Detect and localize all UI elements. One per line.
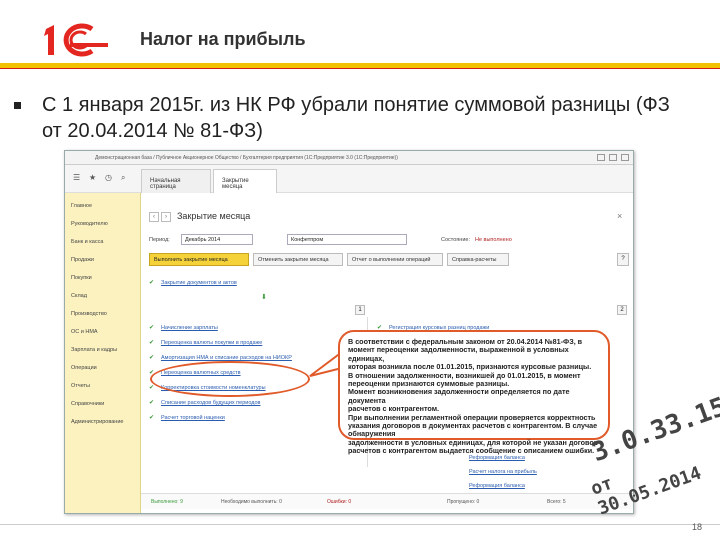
period-field[interactable]: Декабрь 2014 xyxy=(181,234,253,245)
status-done: Выполнено: 9 xyxy=(151,499,183,505)
state-label: Состояние: xyxy=(441,237,470,243)
arrow-down-icon: ⬇ xyxy=(261,294,267,301)
1c-logo-icon xyxy=(44,23,108,57)
operation-link[interactable]: Закрытие документов и актов xyxy=(161,280,237,286)
forward-button[interactable]: › xyxy=(161,212,171,222)
callout-line: момент переоценки задолженности, выражен… xyxy=(348,345,569,363)
status-errors: Ошибки: 0 xyxy=(327,499,352,505)
callout-line: расчетов с контрагентом выдается сообщен… xyxy=(348,446,595,456)
slide-title: Налог на прибыль xyxy=(140,29,306,49)
window-controls xyxy=(597,154,629,161)
sidebar-item[interactable]: Продажи xyxy=(71,257,94,263)
period-label: Период: xyxy=(149,237,170,243)
check-icon: ✔ xyxy=(149,415,155,421)
callout-line: Момент возникновения задолженности опред… xyxy=(348,387,570,405)
report-button[interactable]: Отчет о выполнении операций xyxy=(347,253,443,266)
operation-link[interactable]: Расчет налога на прибыль xyxy=(469,469,537,475)
maximize-button[interactable] xyxy=(609,154,617,161)
sidebar-item[interactable]: Главное xyxy=(71,203,92,209)
info-button[interactable]: Справка-расчеты xyxy=(447,253,509,266)
back-button[interactable]: ‹ xyxy=(149,212,159,222)
check-icon: ✔ xyxy=(149,400,155,406)
page-number: 18 xyxy=(691,522,702,532)
operation-link[interactable]: Списание расходов будущих периодов xyxy=(161,400,260,406)
operation-link[interactable]: Начисление зарплаты xyxy=(161,325,218,331)
operation-link[interactable]: Расчет торговой наценки xyxy=(161,415,225,421)
status-todo: Необходимо выполнить: 0 xyxy=(221,499,282,505)
run-month-close-button[interactable]: Выполнить закрытие месяца xyxy=(149,253,249,266)
sidebar-item[interactable]: Администрирование xyxy=(71,419,123,425)
app-toolbar: ☰ ★ ◷ ⌕ Начальная страница Закрытие меся… xyxy=(65,165,633,193)
sidebar-item[interactable]: Руководителю xyxy=(71,221,108,227)
search-icon[interactable]: ⌕ xyxy=(121,174,129,182)
history-icon[interactable]: ◷ xyxy=(105,174,113,182)
sidebar-item[interactable]: Отчеты xyxy=(71,383,90,389)
highlight-oval xyxy=(150,361,310,397)
check-icon: ✔ xyxy=(149,280,155,286)
status-total: Всего: 5 xyxy=(547,499,566,505)
slide-header: Налог на прибыль xyxy=(0,0,720,80)
sidebar-item[interactable]: Покупки xyxy=(71,275,92,281)
tab-home[interactable]: Начальная страница xyxy=(141,169,211,193)
check-icon: ✔ xyxy=(149,385,155,391)
status-bar: Выполнено: 9 Необходимо выполнить: 0 Оши… xyxy=(141,493,633,509)
callout-line: указания договоров в документах расчетов… xyxy=(348,421,598,439)
document-title: Закрытие месяца xyxy=(177,211,251,221)
check-icon: ✔ xyxy=(149,325,155,331)
app-titlebar: Демонстрационная база / Публичное Акцион… xyxy=(65,151,633,165)
bullet-marker xyxy=(14,102,21,109)
star-icon[interactable]: ★ xyxy=(89,174,97,182)
sidebar: Главное Руководителю Банк и касса Продаж… xyxy=(65,193,141,513)
sidebar-item[interactable]: ОС и НМА xyxy=(71,329,98,335)
sidebar-item[interactable]: Банк и касса xyxy=(71,239,103,245)
operation-link[interactable]: Переоценка валюты покупки в продаже xyxy=(161,340,262,346)
state-value: Не выполнено xyxy=(475,237,512,243)
status-skipped: Пропущено: 0 xyxy=(447,499,480,505)
sidebar-item[interactable]: Зарплата и кадры xyxy=(71,347,117,353)
sidebar-item[interactable]: Справочники xyxy=(71,401,104,407)
check-icon: ✔ xyxy=(149,340,155,346)
menu-icon[interactable]: ☰ xyxy=(73,174,81,182)
help-button[interactable]: ? xyxy=(617,253,629,266)
close-icon[interactable]: × xyxy=(617,211,622,221)
bullet-text: С 1 января 2015г. из НК РФ убрали поняти… xyxy=(42,94,670,142)
check-icon: ✔ xyxy=(149,355,155,361)
close-button[interactable] xyxy=(621,154,629,161)
sidebar-item[interactable]: Операции xyxy=(71,365,97,371)
cancel-month-close-button[interactable]: Отменить закрытие месяца xyxy=(253,253,343,266)
operation-link[interactable]: Реформация баланса xyxy=(469,483,525,489)
header-divider-red xyxy=(0,68,720,69)
operation-link[interactable]: Реформация баланса xyxy=(469,455,525,461)
footer-divider xyxy=(0,524,720,525)
organization-field[interactable]: Конфетпром xyxy=(287,234,407,245)
tab-month-close[interactable]: Закрытие месяца xyxy=(213,169,277,193)
minimize-button[interactable] xyxy=(597,154,605,161)
column-number: 2 xyxy=(617,305,627,315)
window-title: Демонстрационная база / Публичное Акцион… xyxy=(95,155,398,161)
sidebar-item[interactable]: Производство xyxy=(71,311,107,317)
column-number: 1 xyxy=(355,305,365,315)
callout-note: В соответствии с федеральным законом от … xyxy=(338,330,610,455)
sidebar-item[interactable]: Склад xyxy=(71,293,87,299)
version-stamp: 3.0.33.15 от 30.05.2014 xyxy=(588,392,720,520)
